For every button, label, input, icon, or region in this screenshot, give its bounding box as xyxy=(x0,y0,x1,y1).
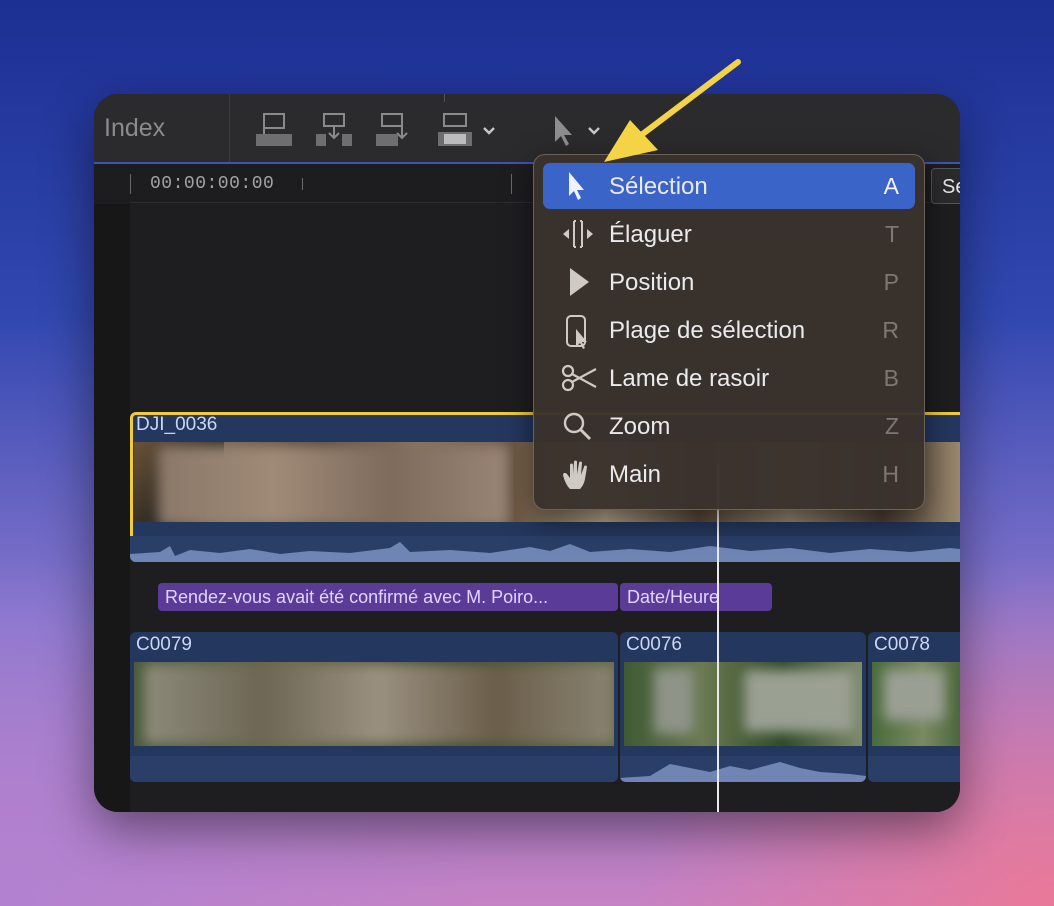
title-clip[interactable]: Rendez-vous avait été confirmé avec M. P… xyxy=(158,583,618,611)
menu-item-range-selection[interactable]: Plage de sélection R xyxy=(543,307,915,353)
timeline-left-gutter xyxy=(94,204,130,812)
magnifier-icon xyxy=(561,411,595,441)
menu-item-hand[interactable]: Main H xyxy=(543,451,915,497)
annotation-arrow xyxy=(590,58,750,173)
menu-item-label: Sélection xyxy=(609,173,708,200)
tool-menu: Sélection A Élaguer T Position P Plage d… xyxy=(533,154,925,510)
menu-item-label: Zoom xyxy=(609,413,671,440)
range-selection-icon xyxy=(561,315,595,349)
clip-audio-waveform xyxy=(620,756,866,782)
ruler-tick xyxy=(302,178,303,190)
hand-icon xyxy=(561,459,595,489)
storyline-clip-c0079[interactable]: C0079 xyxy=(130,632,618,782)
menu-item-shortcut: H xyxy=(882,461,899,487)
menu-item-shortcut: Z xyxy=(884,413,899,439)
clip-audio-waveform xyxy=(868,756,960,782)
menu-item-label: Lame de rasoir xyxy=(609,365,770,392)
menu-item-trim[interactable]: Élaguer T xyxy=(543,211,915,257)
clip-filmstrip xyxy=(624,662,862,746)
index-tab[interactable]: Index xyxy=(94,94,230,162)
menu-item-position[interactable]: Position P xyxy=(543,259,915,305)
clip-audio-waveform xyxy=(130,536,960,562)
menu-item-label: Position xyxy=(609,269,695,296)
menu-item-blade[interactable]: Lame de rasoir B xyxy=(543,355,915,401)
append-clip-icon[interactable] xyxy=(374,112,414,148)
clip-name: C0078 xyxy=(874,634,930,655)
clip-name: C0076 xyxy=(626,634,682,655)
menu-item-label: Main xyxy=(609,461,662,488)
connect-clip-icon[interactable] xyxy=(254,112,294,148)
menu-item-shortcut: P xyxy=(883,269,899,295)
clip-filmstrip xyxy=(872,662,960,746)
toolbar-divider xyxy=(444,94,445,102)
pointer-arrow-icon xyxy=(561,171,595,201)
clip-name: C0079 xyxy=(136,634,192,655)
overwrite-clip-icon[interactable] xyxy=(436,112,500,148)
storyline-clip-c0078[interactable]: C0078 xyxy=(868,632,960,782)
menu-item-shortcut: B xyxy=(883,365,899,391)
clip-filmstrip xyxy=(134,662,614,746)
clip-name: DJI_0036 xyxy=(136,414,218,435)
playhead[interactable] xyxy=(717,464,719,812)
ruler-timecode: 00:00:00:00 xyxy=(150,174,275,194)
scissors-icon xyxy=(561,363,597,393)
tooltip: Se xyxy=(931,168,960,204)
menu-item-label: Élaguer xyxy=(609,221,692,248)
ruler-tick xyxy=(130,174,131,194)
ruler-tick xyxy=(511,174,512,194)
menu-item-label: Plage de sélection xyxy=(609,317,806,344)
menu-item-shortcut: R xyxy=(882,317,899,343)
position-arrow-icon xyxy=(561,267,595,297)
title-clip[interactable]: Date/Heure xyxy=(620,583,772,611)
storyline-clip-c0076[interactable]: C0076 xyxy=(620,632,866,782)
menu-item-shortcut: A xyxy=(883,173,899,199)
menu-item-shortcut: T xyxy=(884,221,899,247)
clip-audio-waveform xyxy=(130,756,618,782)
insert-clip-icon[interactable] xyxy=(314,112,354,148)
menu-item-zoom[interactable]: Zoom Z xyxy=(543,403,915,449)
trim-icon xyxy=(561,219,595,249)
